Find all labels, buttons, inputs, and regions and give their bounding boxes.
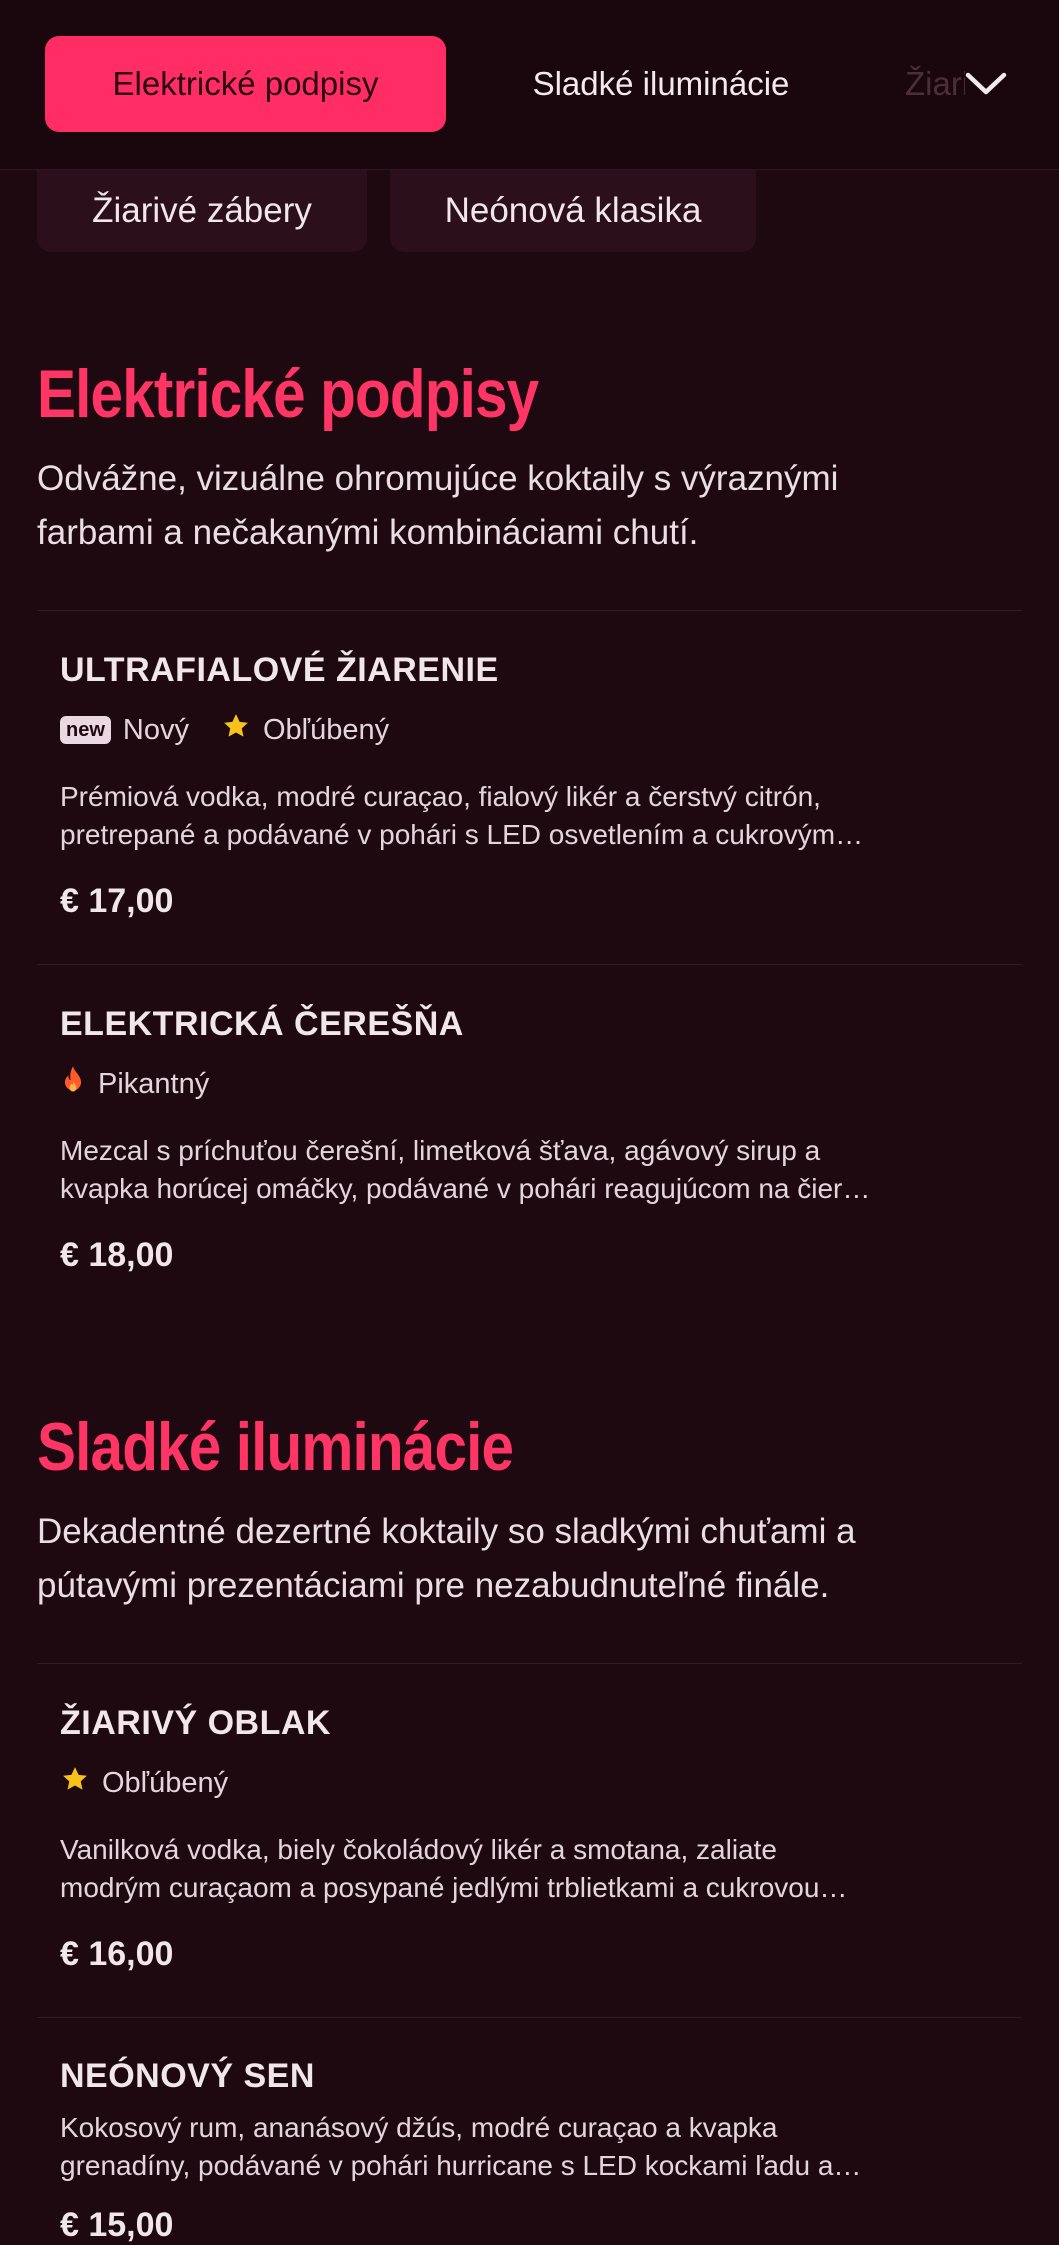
item-description-line: kvapka horúcej omáčky, podávané v pohári… — [60, 1173, 871, 1204]
chip-neonova-klasika[interactable]: Neónová klasika — [390, 170, 756, 252]
section-description: Odvážne, vizuálne ohromujúce koktaily s … — [37, 452, 1027, 560]
section-description-line: pútavými prezentáciami pre nezabudnuteľn… — [37, 1566, 830, 1605]
item-description-line: Kokosový rum, ananásový džús, modré cura… — [60, 2112, 778, 2143]
item-price: € 15,00 — [60, 2206, 174, 2244]
item-tags: new Nový Obľúbený — [60, 710, 389, 750]
divider — [37, 2017, 1022, 2018]
item-description-line: Prémiová vodka, modré curaçao, fialový l… — [60, 781, 821, 812]
item-description: Mezcal s príchuťou čerešní, limetková šť… — [60, 1132, 980, 1208]
divider — [37, 964, 1022, 965]
category-nav: Elektrické podpisy Sladké iluminácie Žia… — [0, 0, 1059, 170]
item-name: ELEKTRICKÁ ČEREŠŇA — [60, 1005, 464, 1043]
item-description-line: Vanilková vodka, biely čokoládový likér … — [60, 1834, 777, 1865]
section-description-line: farbami a nečakanými kombináciami chutí. — [37, 513, 699, 552]
tag-label: Obľúbený — [262, 713, 390, 746]
flame-icon — [60, 1065, 86, 1103]
chevron-down-icon[interactable] — [958, 56, 1014, 112]
item-tags: Pikantný — [60, 1064, 209, 1104]
divider — [37, 610, 1022, 611]
star-icon — [60, 1764, 90, 1802]
tab-ziarive-zabery[interactable]: Žiarivé zábery — [905, 36, 965, 132]
item-description-line: pretrepané a podávané v pohári s LED osv… — [60, 819, 864, 850]
item-description: Vanilková vodka, biely čokoládový likér … — [60, 1831, 980, 1907]
item-name: ŽIARIVÝ OBLAK — [60, 1704, 331, 1742]
tab-sladke-iluminacie[interactable]: Sladké iluminácie — [478, 36, 844, 132]
chip-ziarive-zabery[interactable]: Žiarivé zábery — [37, 170, 367, 252]
tag-label: Pikantný — [98, 1067, 210, 1100]
tag-label: Obľúbený — [102, 1766, 229, 1799]
section-description-line: Dekadentné dezertné koktaily so sladkými… — [37, 1512, 856, 1551]
item-description-line: Mezcal s príchuťou čerešní, limetková šť… — [60, 1135, 821, 1166]
section-description-line: Odvážne, vizuálne ohromujúce koktaily s … — [37, 459, 839, 498]
section-title: Sladké iluminácie — [37, 1409, 514, 1485]
item-name: NEÓNOVÝ SEN — [60, 2057, 315, 2095]
item-description: Prémiová vodka, modré curaçao, fialový l… — [60, 778, 980, 854]
new-badge: new — [60, 716, 111, 744]
item-tags: Obľúbený — [60, 1763, 228, 1803]
section-description: Dekadentné dezertné koktaily so sladkými… — [37, 1505, 1027, 1613]
star-icon — [221, 711, 251, 749]
tag-label: Nový — [122, 713, 189, 746]
divider — [37, 1663, 1022, 1664]
item-name: ULTRAFIALOVÉ ŽIARENIE — [60, 651, 499, 689]
section-title: Elektrické podpisy — [37, 356, 539, 432]
item-description: Kokosový rum, ananásový džús, modré cura… — [60, 2109, 980, 2185]
item-description-line: modrým curaçaom a posypané jedlými trbli… — [60, 1872, 848, 1903]
item-price: € 16,00 — [60, 1935, 174, 1973]
item-price: € 17,00 — [60, 882, 174, 920]
item-description-line: grenadíny, podávané v pohári hurricane s… — [60, 2150, 862, 2181]
item-price: € 18,00 — [60, 1236, 174, 1274]
tab-elektricke-podpisy[interactable]: Elektrické podpisy — [45, 36, 446, 132]
